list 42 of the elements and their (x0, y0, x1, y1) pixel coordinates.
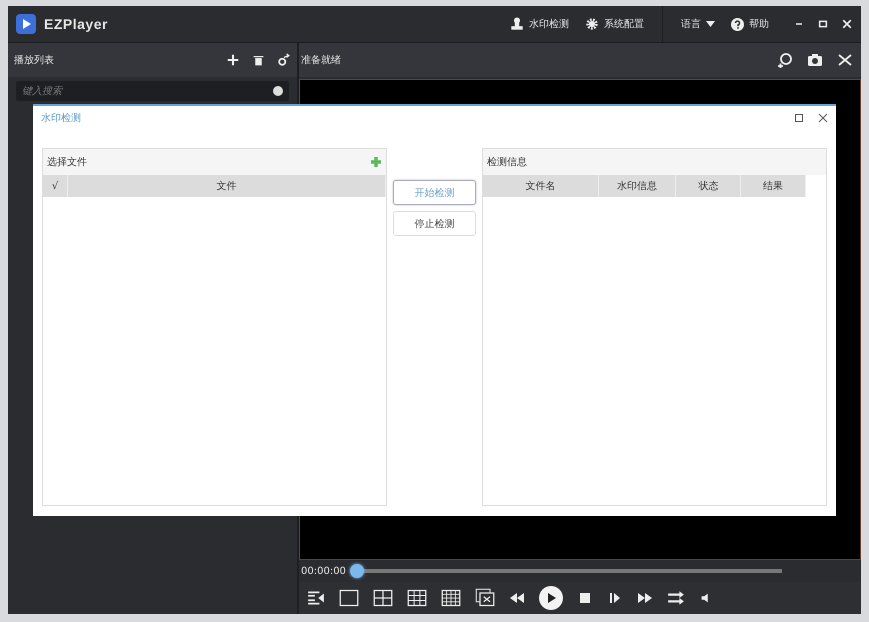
maximize-icon[interactable] (817, 18, 829, 30)
fast-forward-icon[interactable] (637, 590, 653, 606)
app-logo-icon (16, 14, 36, 34)
caret-icon (706, 21, 715, 27)
single-view-icon[interactable] (339, 588, 359, 608)
panel-title: 选择文件 (47, 156, 88, 169)
time-text: 00:00:00 (301, 566, 346, 576)
column-header[interactable]: 水印信息 (598, 175, 676, 197)
panel-title: 检测信息 (486, 156, 528, 169)
quad-view-icon[interactable] (373, 588, 393, 608)
toolbar-button[interactable]: 水印检测 (502, 17, 577, 31)
column-header[interactable]: 结果 (741, 175, 806, 197)
help-icon (731, 18, 744, 30)
stop-button[interactable]: 停止检测 (393, 211, 476, 236)
rewind-icon[interactable] (509, 590, 525, 606)
help-button[interactable]: 帮助 (723, 17, 777, 31)
language-menu[interactable]: 语言 (673, 17, 723, 31)
play-icon (545, 592, 557, 604)
window-title: EZPlayer (44, 16, 108, 32)
column-header[interactable]: 文件名 (482, 175, 599, 197)
dialog-title: 水印检测 (41, 112, 82, 125)
column-header[interactable]: 状态 (676, 175, 742, 197)
camera-icon[interactable] (807, 52, 823, 68)
toolbar-button[interactable]: 系统配置 (577, 17, 652, 31)
search-field[interactable]: 键入搜索 (16, 81, 289, 101)
close-icon[interactable] (818, 113, 828, 123)
playlist-toggle-icon[interactable] (307, 589, 325, 607)
settings-icon[interactable] (585, 17, 599, 31)
stop-icon[interactable] (577, 590, 593, 606)
sixteen-view-icon[interactable] (441, 588, 461, 608)
stamp-icon[interactable] (510, 17, 524, 31)
nine-view-icon[interactable] (407, 588, 427, 608)
zoom-icon[interactable] (777, 52, 793, 68)
play-button[interactable] (539, 586, 563, 610)
column-header[interactable]: √ (43, 175, 68, 197)
playlist-title: 播放列表 (14, 54, 55, 67)
switch-icon[interactable] (667, 589, 685, 607)
trash-icon[interactable] (252, 54, 265, 66)
maximize-icon[interactable] (794, 113, 804, 123)
close-windows-icon[interactable] (475, 588, 495, 608)
column-header[interactable]: 文件 (68, 175, 386, 197)
status-text: 准备就绪 (301, 54, 342, 67)
